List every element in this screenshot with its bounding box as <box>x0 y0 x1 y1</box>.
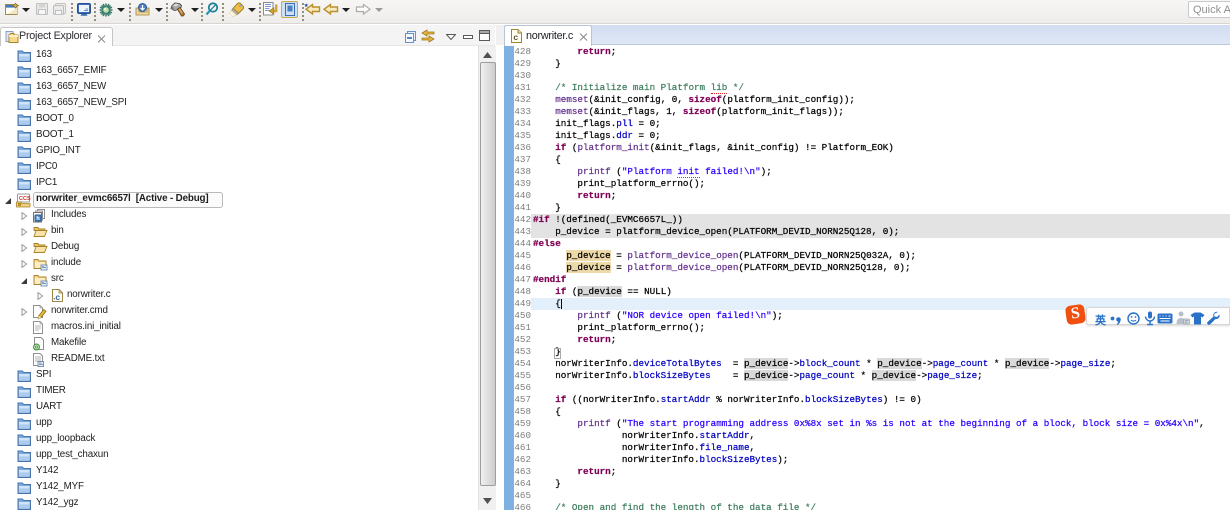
svg-text:c: c <box>513 32 518 42</box>
